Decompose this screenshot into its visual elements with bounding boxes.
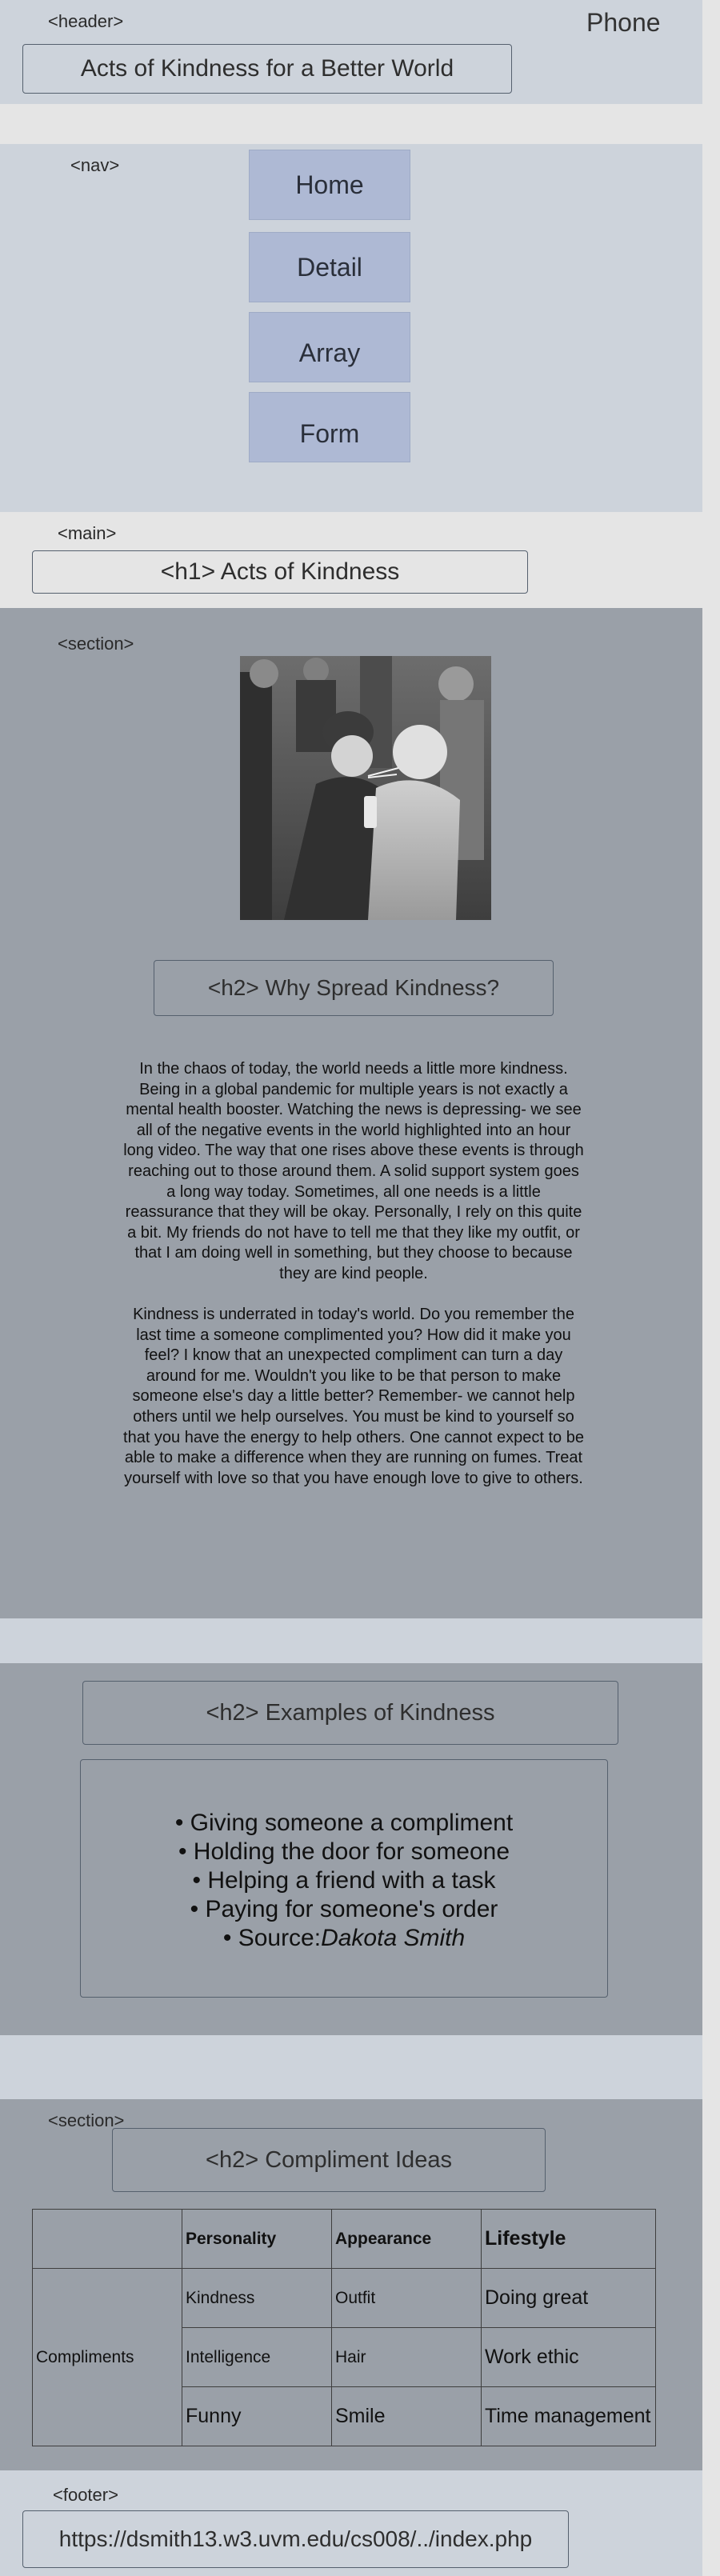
table-row: Compliments Kindness Outfit Doing great [32, 2268, 656, 2446]
site-title-box: Acts of Kindness for a Better World [22, 44, 512, 94]
example-item-text: Giving someone a compliment [190, 1810, 514, 1836]
nav-form-button[interactable]: Form [249, 392, 410, 462]
table-header-cell: Personality [182, 2209, 332, 2269]
source-name: Dakota Smith [321, 1925, 466, 1951]
children-photo-image [240, 656, 491, 920]
examples-heading-box: <h2> Examples of Kindness [82, 1681, 618, 1745]
nav-tag-label: <nav> [70, 155, 120, 175]
nav-form-label: Form [299, 418, 360, 448]
footer-region: <footer> https://dsmith13.w3.uvm.edu/cs0… [0, 2470, 702, 2576]
nav-region: <nav> Home Detail Array Form [0, 144, 702, 512]
nav-detail-label: Detail [297, 252, 362, 282]
page-heading: <h1> Acts of Kindness [160, 558, 400, 585]
footer-url[interactable]: https://dsmith13.w3.uvm.edu/cs008/../ind… [59, 2526, 532, 2552]
table-header-cell: Appearance [331, 2209, 482, 2269]
table-cell: Intelligence [182, 2327, 332, 2387]
example-item-text: Holding the door for someone [193, 1838, 510, 1865]
why-kindness-paragraph-2: Kindness is underrated in today's world.… [123, 1306, 584, 1487]
example-item-text: Helping a friend with a task [207, 1867, 496, 1894]
example-item-text: Paying for someone's order [205, 1896, 498, 1922]
table-header-cell: Lifestyle [481, 2209, 656, 2269]
nav-array-button[interactable]: Array [249, 312, 410, 382]
compliments-heading: <h2> Compliment Ideas [206, 2146, 452, 2173]
footer-url-box: https://dsmith13.w3.uvm.edu/cs008/../ind… [22, 2510, 569, 2568]
example-source: • Source:Dakota Smith [222, 1925, 466, 1951]
device-label: Phone [586, 8, 661, 37]
example-item: • Paying for someone's order [190, 1896, 498, 1922]
example-item: • Holding the door for someone [178, 1838, 510, 1865]
source-label: Source: [238, 1925, 322, 1951]
why-kindness-heading-box: <h2> Why Spread Kindness? [154, 960, 554, 1016]
site-title: Acts of Kindness for a Better World [80, 55, 454, 82]
section-tag-label: <section> [58, 634, 134, 654]
compliments-heading-box: <h2> Compliment Ideas [112, 2128, 546, 2192]
table-cell: Work ethic [481, 2327, 656, 2387]
section-compliments: <section> <h2> Compliment Ideas Personal… [0, 2099, 702, 2470]
example-item: • Helping a friend with a task [192, 1867, 496, 1894]
compliments-table: Personality Appearance Lifestyle Complim… [32, 2209, 656, 2446]
header-tag-label: <header> [48, 11, 124, 31]
table-cell: Kindness [182, 2268, 332, 2328]
section-spacer [0, 1618, 702, 1663]
examples-list-box: • Giving someone a compliment • Holding … [80, 1759, 608, 1998]
table-cell: Hair [331, 2327, 482, 2387]
footer-tag-label: <footer> [53, 2485, 118, 2505]
examples-heading: <h2> Examples of Kindness [206, 1699, 495, 1726]
why-kindness-heading: <h2> Why Spread Kindness? [207, 975, 500, 1000]
table-cell: Time management [481, 2386, 656, 2446]
table-cell: Funny [182, 2386, 332, 2446]
table-cell: Doing great [481, 2268, 656, 2328]
nav-home-button[interactable]: Home [249, 150, 410, 220]
nav-array-label: Array [298, 338, 361, 367]
table-cell: Smile [331, 2386, 482, 2446]
nav-home-label: Home [295, 170, 364, 199]
table-header-cell [32, 2209, 182, 2269]
why-kindness-paragraph-1: In the chaos of today, the world needs a… [123, 1060, 584, 1282]
nav-detail-button[interactable]: Detail [249, 232, 410, 302]
example-item: • Giving someone a compliment [174, 1810, 514, 1836]
main-tag-label: <main> [58, 523, 117, 543]
section-why-kindness: <section> <h2> Why Spread Kindness? In t… [0, 608, 702, 1618]
children-photo [240, 656, 491, 920]
table-cell: Outfit [331, 2268, 482, 2328]
table-row-label: Compliments [32, 2268, 182, 2446]
table-header-row: Personality Appearance Lifestyle [32, 2209, 656, 2269]
header-region: <header> Phone Acts of Kindness for a Be… [0, 0, 702, 104]
section-spacer [0, 2035, 702, 2099]
section-examples: <h2> Examples of Kindness • Giving someo… [0, 1663, 702, 2035]
h1-box: <h1> Acts of Kindness [32, 550, 528, 594]
